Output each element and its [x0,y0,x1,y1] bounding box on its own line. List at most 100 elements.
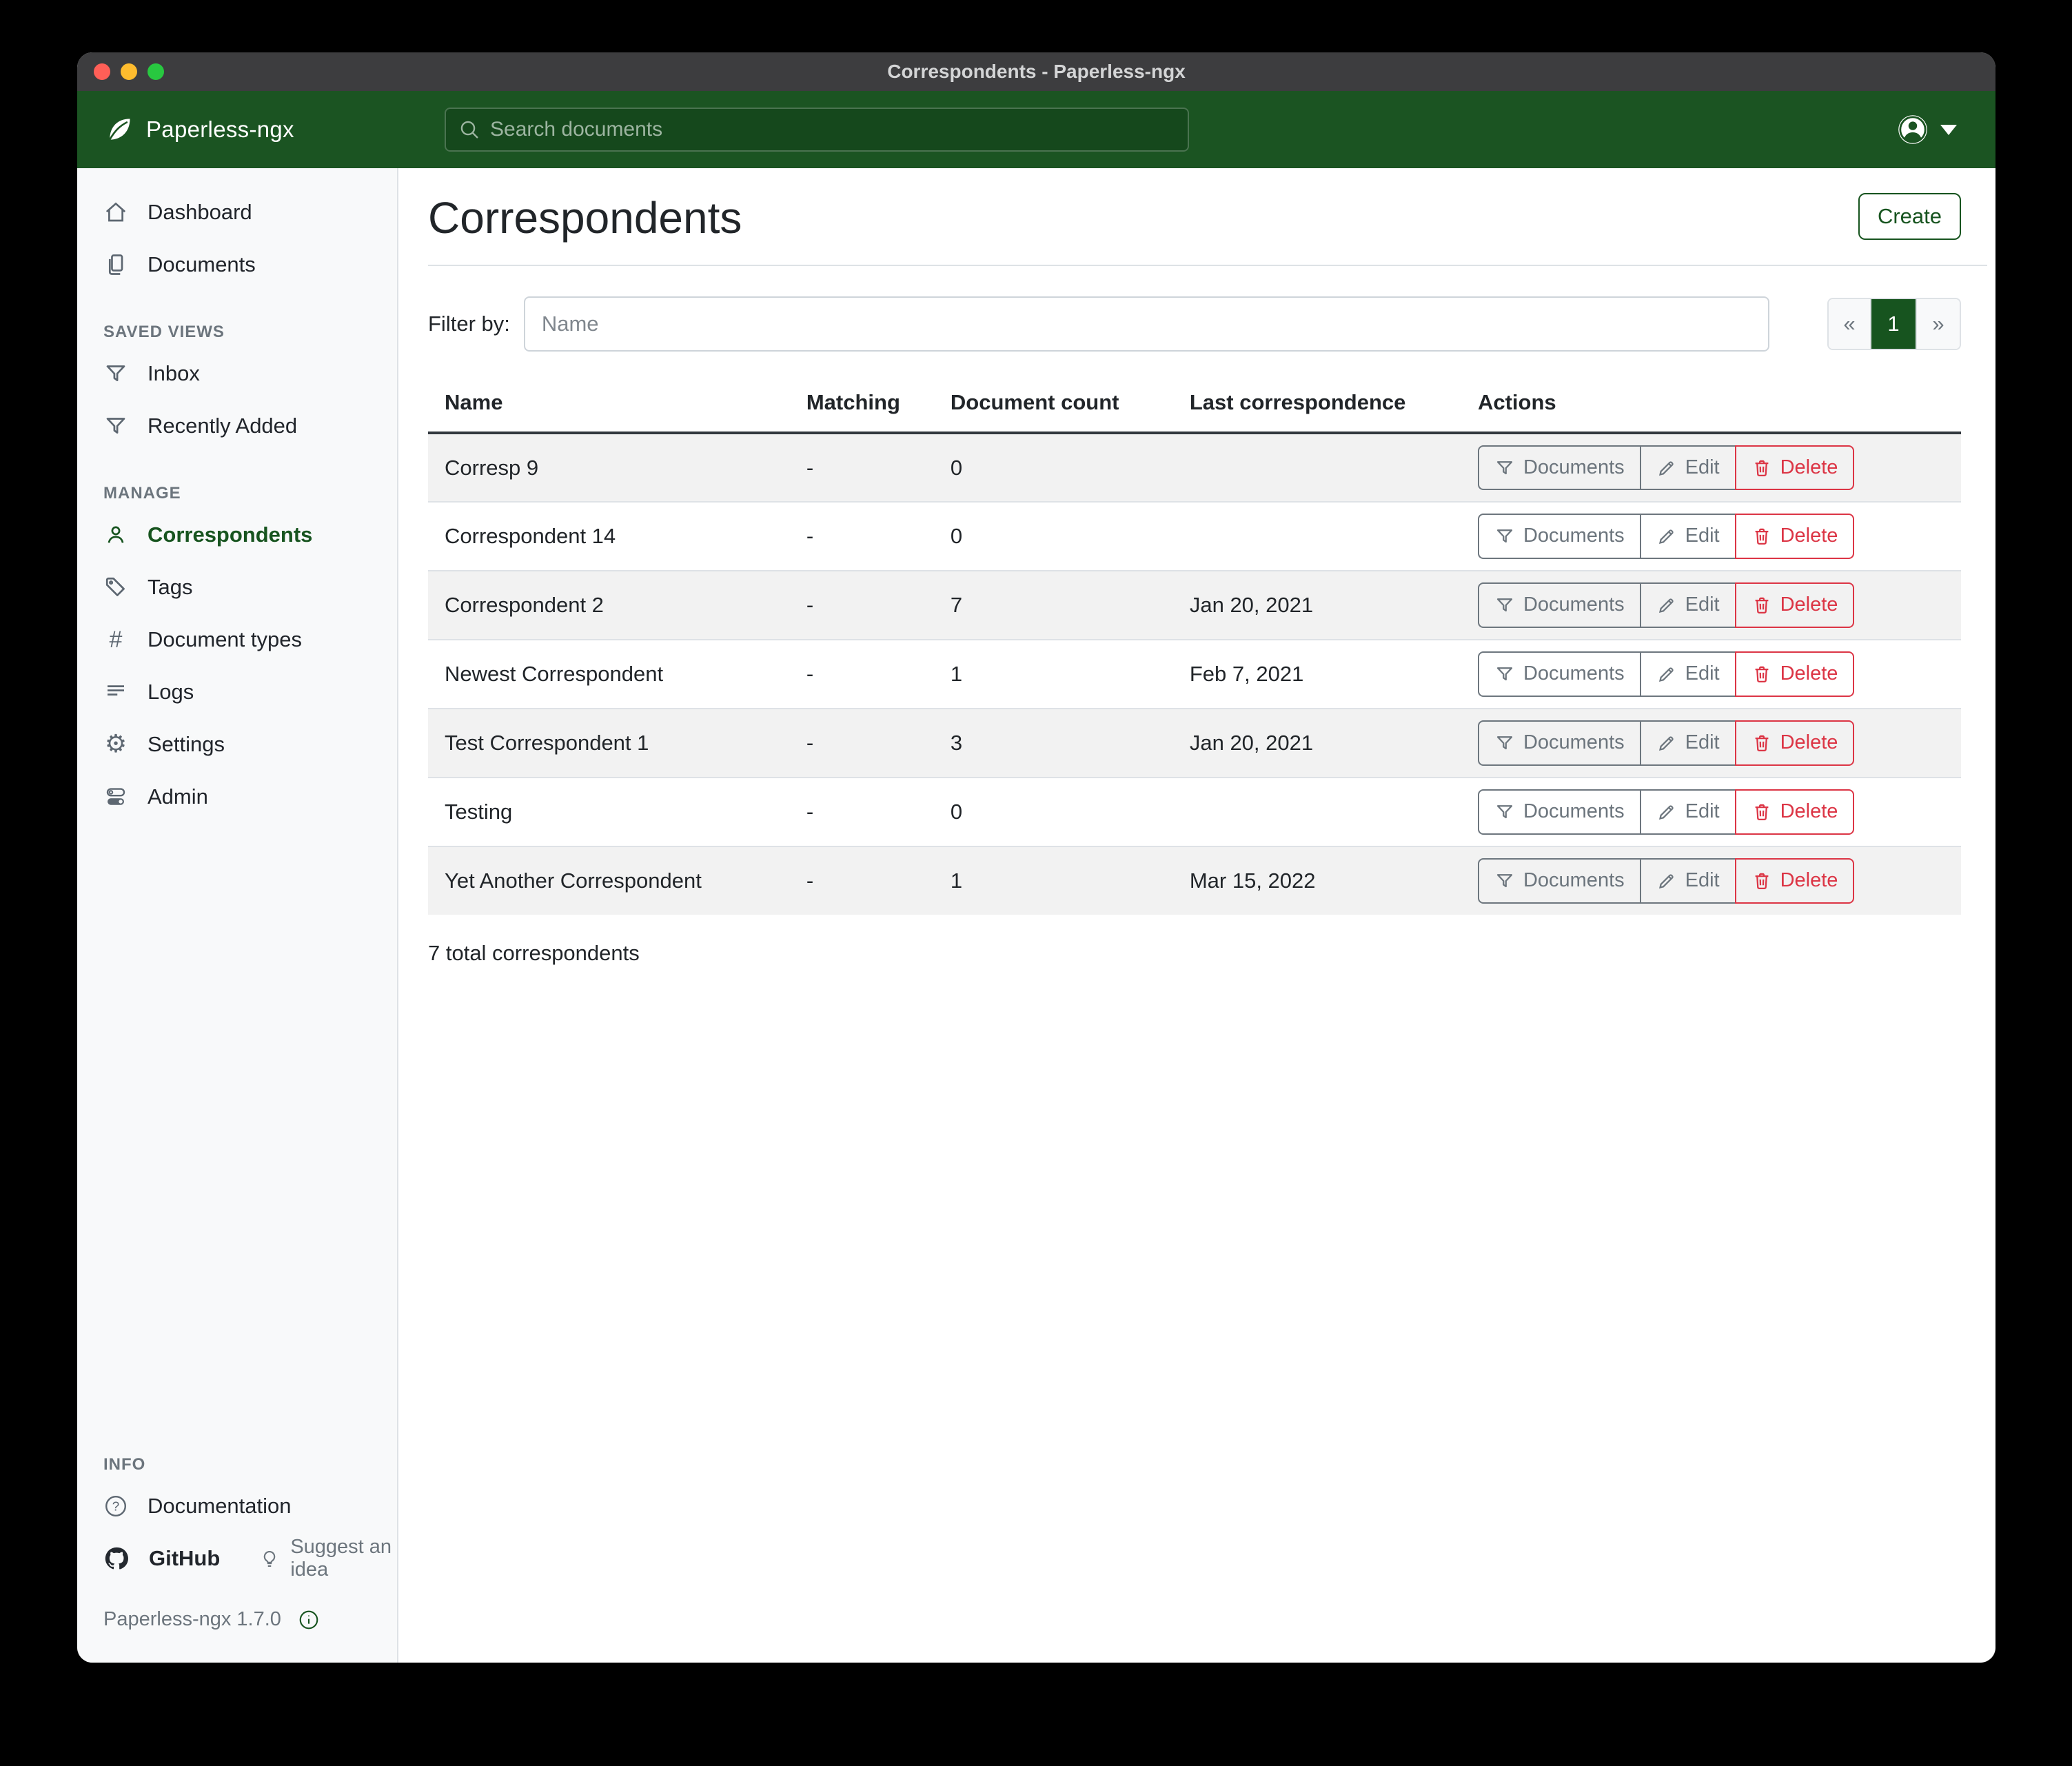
row-actions: Documents Edit Delete [1478,514,1854,559]
documents-button[interactable]: Documents [1478,445,1640,491]
delete-button[interactable]: Delete [1735,445,1855,491]
user-menu[interactable] [1896,113,1957,146]
brand[interactable]: Paperless-ngx [103,114,445,145]
sidebar-item-documents[interactable]: Documents [77,238,397,291]
document-count: 7 [934,571,1173,640]
edit-button[interactable]: Edit [1640,582,1735,628]
leaf-logo-icon [103,114,134,145]
matching-value: - [790,502,934,571]
sidebar-item-label: Correspondents [148,522,312,547]
row-actions: Documents Edit Delete [1478,858,1854,904]
row-actions: Documents Edit Delete [1478,651,1854,697]
documents-button[interactable]: Documents [1478,720,1640,766]
filter-icon [1494,733,1515,753]
trash-icon [1751,526,1772,547]
logs-icon [103,680,128,704]
filter-icon [1494,664,1515,684]
documents-button[interactable]: Documents [1478,858,1640,904]
row-actions: Documents Edit Delete [1478,582,1854,628]
pagination-prev[interactable]: « [1829,299,1871,349]
main-content: Correspondents Create Filter by: « 1 » N… [398,168,1995,1663]
sidebar-item-tags[interactable]: Tags [77,561,397,613]
edit-button[interactable]: Edit [1640,651,1735,697]
table-row: Yet Another Correspondent - 1 Mar 15, 20… [428,846,1961,915]
row-actions: Documents Edit Delete [1478,789,1854,835]
pagination: « 1 » [1827,298,1961,350]
trash-icon [1751,733,1772,753]
pencil-icon [1656,871,1677,891]
sidebar-item-label: Suggest an idea [290,1536,397,1581]
total-count: 7 total correspondents [428,941,1961,966]
pagination-next[interactable]: » [1917,299,1960,349]
last-correspondence: Feb 7, 2021 [1173,640,1461,709]
document-count: 0 [934,433,1173,503]
documents-icon [103,252,128,277]
filter-icon [1494,871,1515,891]
last-correspondence [1173,502,1461,571]
delete-button[interactable]: Delete [1735,789,1855,835]
app-window: Correspondents - Paperless-ngx Paperless… [77,52,1995,1663]
brand-name: Paperless-ngx [146,116,294,143]
delete-button[interactable]: Delete [1735,720,1855,766]
sidebar-section-manage: MANAGE [103,484,397,503]
pagination-page-1[interactable]: 1 [1871,299,1917,349]
filter-icon [1494,802,1515,822]
sidebar-item-label: Dashboard [148,200,252,225]
sidebar-item-documentation[interactable]: Documentation [77,1480,397,1532]
last-correspondence: Jan 20, 2021 [1173,709,1461,778]
name-filter-input[interactable] [524,296,1769,352]
documents-button[interactable]: Documents [1478,582,1640,628]
edit-button[interactable]: Edit [1640,789,1735,835]
tag-icon [103,575,128,600]
last-correspondence: Jan 20, 2021 [1173,571,1461,640]
correspondent-name: Newest Correspondent [428,640,790,709]
sidebar-item-correspondents[interactable]: Correspondents [77,509,397,561]
matching-value: - [790,778,934,846]
sidebar-item-settings[interactable]: ⚙ Settings [77,718,397,771]
person-icon [103,522,128,547]
sidebar-item-document-types[interactable]: # Document types [77,613,397,666]
correspondent-name: Correspondent 2 [428,571,790,640]
delete-button[interactable]: Delete [1735,514,1855,559]
sidebar-item-inbox[interactable]: Inbox [77,347,397,400]
trash-icon [1751,871,1772,891]
document-count: 3 [934,709,1173,778]
filter-icon [103,414,128,438]
sidebar-item-dashboard[interactable]: Dashboard [77,186,397,238]
edit-button[interactable]: Edit [1640,514,1735,559]
sidebar-item-label: Logs [148,680,194,704]
sidebar-item-github[interactable]: GitHub [77,1532,220,1585]
delete-button[interactable]: Delete [1735,858,1855,904]
edit-button[interactable]: Edit [1640,858,1735,904]
edit-button[interactable]: Edit [1640,720,1735,766]
pencil-icon [1656,733,1677,753]
app-header: Paperless-ngx [77,91,1995,168]
edit-button[interactable]: Edit [1640,445,1735,491]
filter-icon [103,361,128,386]
search-input[interactable] [490,118,1175,141]
sidebar-item-admin[interactable]: Admin [77,771,397,823]
sidebar-item-logs[interactable]: Logs [77,666,397,718]
delete-button[interactable]: Delete [1735,582,1855,628]
avatar-icon [1896,113,1929,146]
documents-button[interactable]: Documents [1478,514,1640,559]
create-button[interactable]: Create [1858,193,1961,240]
pencil-icon [1656,595,1677,616]
trash-icon [1751,664,1772,684]
documents-button[interactable]: Documents [1478,651,1640,697]
gear-icon: ⚙ [103,732,128,757]
column-header-matching: Matching [790,374,934,433]
documents-button[interactable]: Documents [1478,789,1640,835]
matching-value: - [790,571,934,640]
sidebar-item-recently-added[interactable]: Recently Added [77,400,397,452]
delete-button[interactable]: Delete [1735,651,1855,697]
matching-value: - [790,709,934,778]
document-count: 1 [934,640,1173,709]
search-box [445,108,1189,152]
pencil-icon [1656,664,1677,684]
window-title: Correspondents - Paperless-ngx [77,61,1995,83]
sidebar-item-label: Document types [148,627,302,652]
sidebar-item-suggest-idea[interactable]: Suggest an idea [258,1532,397,1585]
sidebar-section-saved-views: SAVED VIEWS [103,323,397,342]
info-icon[interactable] [298,1609,320,1631]
